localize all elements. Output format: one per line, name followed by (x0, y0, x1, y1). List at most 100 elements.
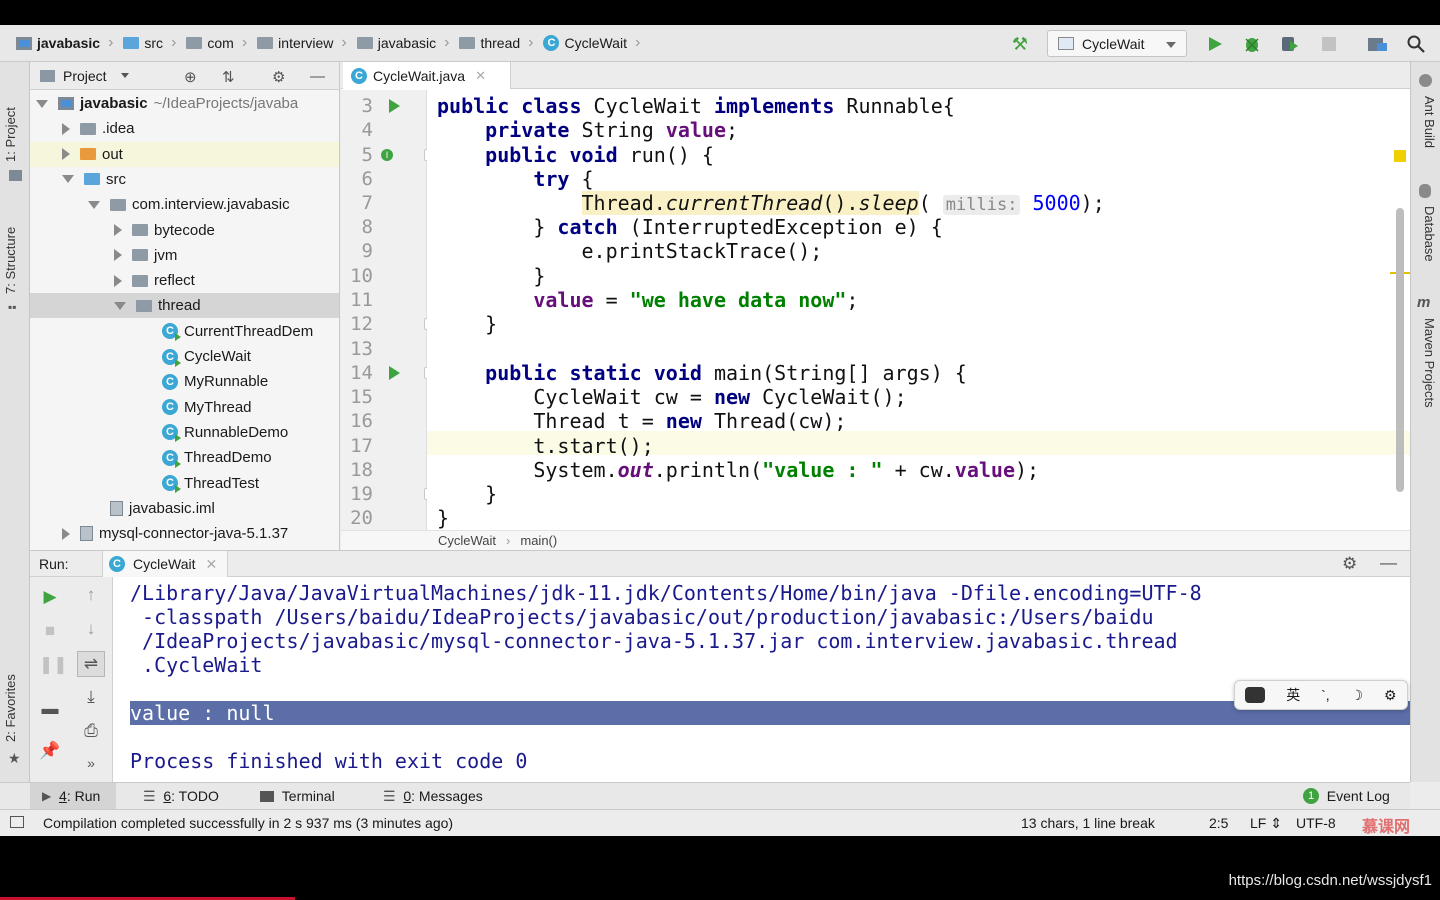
breadcrumb-thread[interactable]: thread › (455, 25, 539, 62)
tree-item[interactable]: C CycleWait (30, 344, 339, 369)
event-log[interactable]: 1 Event Log (1303, 783, 1390, 809)
tool-tab-favorites[interactable]: 2: Favorites (3, 674, 18, 742)
tree-item[interactable]: .idea (30, 116, 339, 141)
tree-item[interactable]: bytecode (30, 218, 339, 243)
tool-tab-database[interactable]: Database (1422, 206, 1437, 262)
more-icon[interactable]: » (80, 755, 102, 771)
expand-arrow-open-icon[interactable] (36, 99, 48, 108)
tree-item[interactable]: reflect (30, 268, 339, 293)
gear-icon[interactable]: ⚙ (1384, 687, 1397, 704)
inspection-status-icon[interactable] (1394, 150, 1406, 162)
breadcrumb-class[interactable]: CycleWait (438, 533, 496, 548)
tree-item[interactable]: out (30, 141, 339, 167)
code-line-9: e.printStackTrace(); (437, 239, 823, 263)
pin-icon[interactable]: 📌 (39, 741, 61, 761)
tree-item[interactable]: com.interview.javabasic (30, 192, 339, 217)
pause-icon[interactable]: ❚❚ (39, 655, 68, 675)
toolwindow-messages[interactable]: ☰ 0: Messages (383, 783, 483, 809)
expand-arrow-closed-icon[interactable] (114, 224, 122, 236)
print-icon[interactable]: ⎙ (80, 721, 102, 741)
toolwindow-terminal[interactable]: Terminal (260, 783, 335, 809)
locate-icon[interactable]: ⊕ (184, 68, 197, 86)
tree-item[interactable]: C MyRunnable (30, 369, 339, 394)
right-tool-strip: Ant Build Database m Maven Projects (1410, 62, 1440, 782)
line-separator[interactable]: LF ⇕ (1250, 815, 1282, 832)
expand-arrow-closed-icon[interactable] (114, 274, 122, 287)
gear-icon[interactable]: ⚙ (1342, 554, 1357, 574)
tool-tab-maven-projects[interactable]: Maven Projects (1422, 318, 1437, 408)
tree-item[interactable]: C ThreadTest (30, 471, 339, 496)
hide-icon[interactable]: — (1380, 553, 1397, 573)
console-output[interactable]: /Library/Java/JavaVirtualMachines/jdk-11… (130, 579, 1410, 783)
run-tab-cyclewait[interactable]: C CycleWait ✕ (102, 551, 228, 577)
tool-tab-ant-build[interactable]: Ant Build (1422, 96, 1437, 148)
debug-icon[interactable] (1242, 34, 1262, 54)
tree-item[interactable]: src (30, 167, 339, 192)
ime-logo-icon[interactable] (1245, 687, 1266, 703)
expand-arrow-open-icon[interactable] (88, 200, 100, 209)
expand-arrow-closed-icon[interactable] (114, 249, 122, 262)
expand-arrow-open-icon[interactable] (62, 175, 74, 184)
tree-item[interactable]: thread (30, 293, 339, 319)
build-hammer-icon[interactable]: ⚒ (1010, 34, 1030, 54)
tree-item[interactable]: javabasic.iml (30, 496, 339, 521)
tree-item[interactable]: C RunnableDemo (30, 420, 339, 445)
tool-tab-project[interactable]: 1: Project (3, 107, 18, 162)
left-tool-strip: 1: Project 7: Structure 2: Favorites ▪▪ … (0, 62, 30, 782)
project-view-selector[interactable]: Project (63, 68, 107, 84)
ime-language-toggle[interactable]: 英 (1286, 685, 1300, 705)
editor-tab-cyclewait[interactable]: C CycleWait.java ✕ (343, 62, 511, 89)
editor-scrollbar[interactable] (1396, 208, 1404, 492)
tree-item[interactable]: C MyThread (30, 395, 339, 420)
ime-punctuation-toggle[interactable]: `, (1321, 687, 1330, 703)
arrow-down-icon[interactable]: ↓ (80, 619, 102, 639)
breadcrumb-interview[interactable]: interview › (253, 25, 353, 62)
run-icon[interactable] (1205, 34, 1225, 54)
expand-arrow-open-icon[interactable] (114, 301, 126, 310)
editor-breadcrumb: CycleWait › main() (341, 530, 1410, 550)
layout-icon[interactable]: ▬ (39, 699, 61, 719)
tree-item[interactable]: javabasic ~/IdeaProjects/javaba (30, 91, 339, 116)
gear-icon[interactable]: ⚙ (272, 68, 285, 86)
toolwindow-run[interactable]: ▶ 4: Run (30, 783, 116, 809)
scroll-to-end-icon[interactable]: ⤓ (80, 687, 102, 707)
caret-position[interactable]: 2:5 (1209, 815, 1228, 831)
close-icon[interactable]: ✕ (475, 68, 486, 84)
run-configuration-select[interactable]: CycleWait (1047, 30, 1187, 57)
toolwindow-todo[interactable]: ☰ 6: TODO (143, 783, 219, 809)
moon-icon[interactable]: ☽ (1351, 687, 1364, 704)
breadcrumb-com[interactable]: com › (182, 25, 253, 62)
run-main-gutter-icon[interactable] (389, 366, 400, 380)
breadcrumb-javabasic-package[interactable]: javabasic › (353, 25, 456, 62)
code-area[interactable]: public class CycleWait implements Runnab… (427, 90, 1410, 530)
tree-item[interactable]: C CurrentThreadDem (30, 319, 339, 344)
soft-wrap-icon[interactable]: ⇌ (77, 651, 105, 677)
breadcrumb-src[interactable]: src › (119, 25, 182, 62)
stop-icon[interactable] (1319, 34, 1339, 54)
tool-tab-structure[interactable]: 7: Structure (3, 227, 18, 294)
breadcrumb-method[interactable]: main() (520, 533, 557, 548)
hide-icon[interactable]: — (310, 68, 325, 85)
file-encoding[interactable]: UTF-8 (1296, 815, 1336, 831)
toggle-tool-windows-icon[interactable] (10, 816, 24, 828)
project-structure-icon[interactable] (1368, 34, 1388, 54)
selection-info[interactable]: 13 chars, 1 line break (1021, 815, 1155, 831)
run-with-coverage-icon[interactable] (1280, 34, 1300, 54)
arrow-up-icon[interactable]: ↑ (80, 585, 102, 605)
collapse-all-icon[interactable]: ⇅ (222, 68, 235, 86)
expand-arrow-closed-icon[interactable] (62, 122, 70, 135)
implements-method-icon[interactable]: I (381, 149, 393, 161)
tree-item[interactable]: jvm (30, 243, 339, 268)
tree-item[interactable]: C ThreadDemo (30, 445, 339, 470)
chevron-down-icon[interactable] (120, 73, 129, 78)
run-class-gutter-icon[interactable] (389, 99, 400, 113)
breadcrumb-javabasic[interactable]: javabasic › (0, 25, 119, 62)
breadcrumb-cyclewait[interactable]: C CycleWait › (539, 25, 646, 62)
rerun-icon[interactable]: ▶ (39, 587, 61, 607)
expand-arrow-closed-icon[interactable] (62, 148, 70, 161)
stop-icon[interactable]: ■ (39, 621, 61, 641)
expand-arrow-closed-icon[interactable] (62, 527, 70, 540)
search-icon[interactable] (1406, 34, 1426, 54)
close-icon[interactable]: ✕ (206, 556, 218, 573)
tree-item[interactable]: mysql-connector-java-5.1.37 (30, 521, 339, 546)
